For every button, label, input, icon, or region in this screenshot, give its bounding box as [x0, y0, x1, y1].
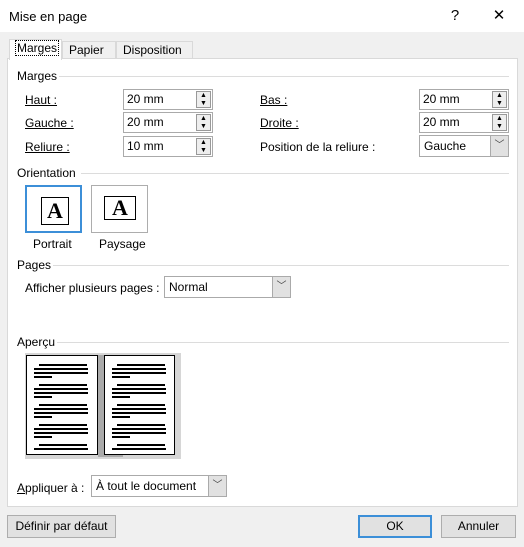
preview-section-title: Aperçu: [17, 335, 56, 349]
preview-text-line: [34, 396, 52, 398]
spinner-icon[interactable]: ▲ ▼: [196, 138, 211, 155]
divider: [81, 173, 509, 174]
right-label: Droite :: [260, 116, 299, 130]
preview-text-line: [117, 424, 165, 426]
landscape-label: Paysage: [99, 237, 146, 251]
spinner-icon[interactable]: ▲ ▼: [196, 114, 211, 131]
preview-text-line: [117, 384, 165, 386]
preview-text-line: [117, 404, 165, 406]
preview-text-line: [112, 392, 166, 394]
preview-text-line: [112, 388, 166, 390]
preview-text-line: [34, 372, 88, 374]
landscape-button[interactable]: A: [91, 185, 148, 233]
preview-text-line: [34, 376, 52, 378]
preview-right-page: [104, 355, 175, 455]
preview-text-line: [117, 444, 165, 446]
left-label: Gauche :: [25, 116, 74, 130]
preview-text-line: [39, 404, 87, 406]
landscape-page-icon: A: [104, 196, 136, 220]
chevron-down-icon: ﹀: [490, 136, 508, 156]
tab-label: Marges: [14, 40, 60, 56]
value: 20 mm: [423, 92, 460, 106]
left-margin-input[interactable]: 20 mm ▲ ▼: [123, 112, 213, 133]
portrait-label: Portrait: [33, 237, 72, 251]
preview-text-line: [34, 416, 52, 418]
spinner-icon[interactable]: ▲ ▼: [196, 91, 211, 108]
apply-to-select[interactable]: À tout le document ﹀: [91, 475, 227, 497]
orientation-section-title: Orientation: [17, 166, 76, 180]
bottom-margin-input[interactable]: 20 mm ▲ ▼: [419, 89, 509, 110]
preview-text-line: [34, 368, 88, 370]
help-button[interactable]: ?: [440, 4, 470, 28]
cancel-button[interactable]: Annuler: [441, 515, 516, 538]
preview-text-line: [34, 432, 88, 434]
pages-section-title: Pages: [17, 258, 52, 272]
window-title: Mise en page: [9, 9, 88, 24]
preview-text-line: [112, 428, 166, 430]
preview-text-line: [112, 408, 166, 410]
preview-text-line: [34, 448, 88, 450]
value: Normal: [169, 280, 208, 294]
value: À tout le document: [96, 479, 197, 493]
value: Gauche: [424, 139, 467, 153]
right-margin-input[interactable]: 20 mm ▲ ▼: [419, 112, 509, 133]
preview-text-line: [112, 432, 166, 434]
gutter-label: Reliure :: [25, 140, 70, 154]
ok-button[interactable]: OK: [358, 515, 432, 538]
preview-text-line: [34, 408, 88, 410]
title-bar: Mise en page ? ✕: [0, 0, 524, 32]
spinner-icon[interactable]: ▲ ▼: [492, 91, 507, 108]
chevron-down-icon: ﹀: [208, 476, 226, 496]
preview-text-line: [39, 384, 87, 386]
preview-text-line: [39, 364, 87, 366]
top-margin-input[interactable]: 20 mm ▲ ▼: [123, 89, 213, 110]
bottom-label: Bas :: [260, 93, 288, 107]
gutter-position-label: Position de la reliure :: [260, 140, 376, 154]
divider: [53, 265, 509, 266]
tab-papier[interactable]: Papier: [62, 41, 116, 59]
preview-image: [25, 353, 181, 459]
divider: [59, 76, 509, 77]
preview-text-line: [112, 368, 166, 370]
portrait-page-icon: A: [41, 197, 69, 225]
apply-to-label: Appliquer à :: [17, 481, 85, 495]
preview-text-line: [39, 424, 87, 426]
preview-text-line: [112, 448, 166, 450]
value: 20 mm: [127, 92, 164, 106]
multiple-pages-label: Afficher plusieurs pages :: [25, 281, 160, 295]
spinner-icon[interactable]: ▲ ▼: [492, 114, 507, 131]
value: 10 mm: [127, 139, 164, 153]
preview-text-line: [34, 388, 88, 390]
portrait-button[interactable]: A: [25, 185, 82, 233]
preview-text-line: [34, 428, 88, 430]
preview-text-line: [34, 436, 52, 438]
margins-section-title: Marges: [17, 69, 58, 83]
preview-text-line: [112, 396, 130, 398]
preview-text-line: [112, 372, 166, 374]
tab-disposition[interactable]: Disposition: [116, 41, 193, 59]
preview-text-line: [112, 412, 166, 414]
preview-text-line: [112, 376, 130, 378]
preview-text-line: [34, 412, 88, 414]
preview-text-line: [39, 444, 87, 446]
preview-left-page: [26, 355, 98, 455]
preview-text-line: [34, 392, 88, 394]
multiple-pages-select[interactable]: Normal ﹀: [164, 276, 291, 298]
close-button[interactable]: ✕: [484, 4, 514, 28]
preview-text-line: [112, 436, 130, 438]
top-label: Haut :: [25, 93, 58, 107]
preview-text-line: [117, 364, 165, 366]
set-default-button[interactable]: Définir par défaut: [7, 515, 116, 538]
preview-text-line: [112, 416, 130, 418]
gutter-input[interactable]: 10 mm ▲ ▼: [123, 136, 213, 157]
divider: [57, 342, 509, 343]
tab-marges[interactable]: Marges: [9, 39, 62, 60]
value: 20 mm: [127, 115, 164, 129]
chevron-down-icon: ﹀: [272, 277, 290, 297]
value: 20 mm: [423, 115, 460, 129]
gutter-position-select[interactable]: Gauche ﹀: [419, 135, 509, 157]
